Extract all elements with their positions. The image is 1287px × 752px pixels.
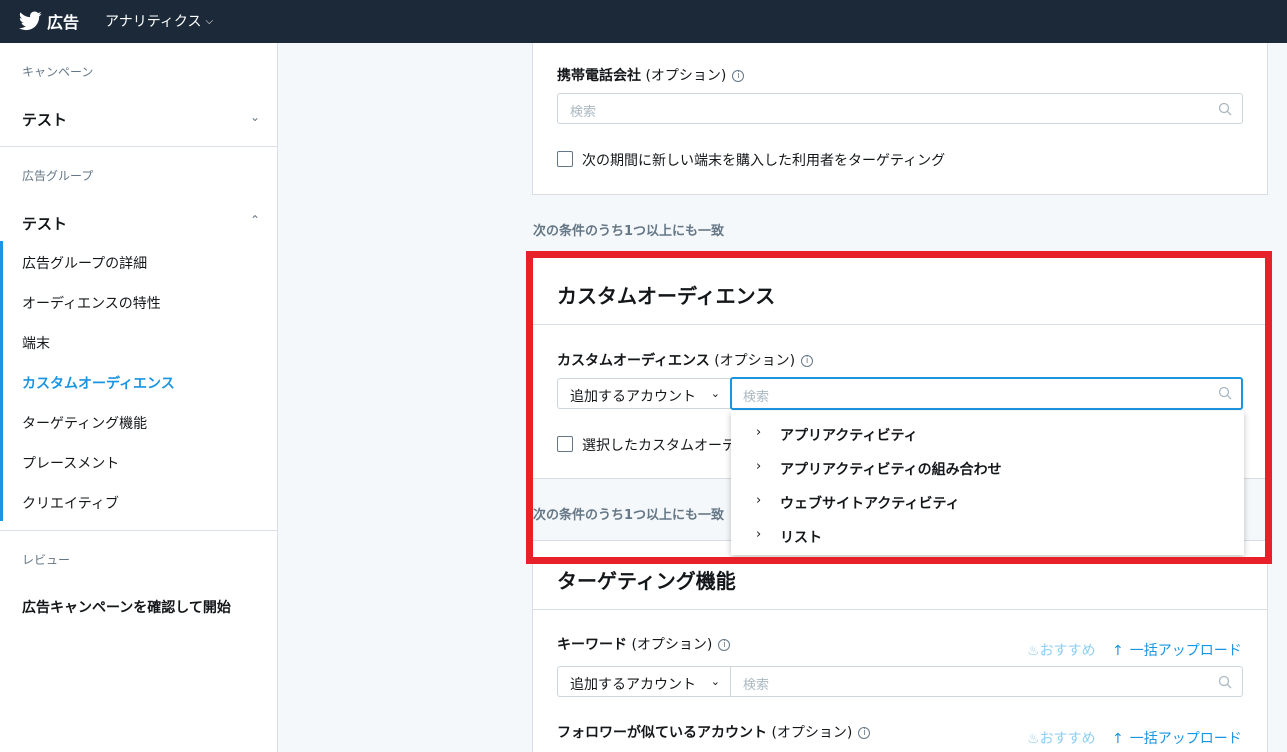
match-any-caption: 次の条件のうち1つ以上にも一致 — [533, 224, 725, 239]
sidebar-item-placement[interactable]: プレースメント — [22, 453, 119, 473]
search-icon — [1218, 386, 1232, 400]
keyword-label: キーワード (オプション) i — [557, 634, 731, 654]
info-icon[interactable]: i — [801, 355, 814, 367]
new-device-checkbox-label: 次の期間に新しい端末を購入した利用者をターゲティング — [582, 153, 946, 169]
review-and-launch-link[interactable]: 広告キャンペーンを確認して開始 — [22, 597, 231, 617]
scrollbar[interactable] — [1273, 43, 1287, 752]
menu-item-app-activity-combo[interactable]: › アプリアクティビティの組み合わせ — [731, 451, 1244, 485]
chevron-down-icon[interactable]: ⌄ — [250, 110, 260, 124]
sidebar-item-targeting[interactable]: ターゲティング機能 — [22, 413, 147, 433]
targeting-card: ターゲティング機能 キーワード (オプション) i ♨おすすめ ↑ 一括アップロード… — [532, 540, 1268, 752]
sidebar-item-custom-audience[interactable]: カスタムオーディエンス — [22, 373, 175, 393]
chevron-right-icon: › — [756, 425, 762, 440]
info-icon[interactable]: i — [732, 70, 745, 82]
chevron-right-icon: › — [756, 459, 762, 474]
search-icon — [1218, 675, 1232, 689]
top-bar: 広告 アナリティクス ⌵ — [0, 0, 1287, 43]
campaign-caption: キャンペーン — [22, 65, 94, 79]
sidebar: キャンペーン テスト ⌄ 広告グループ テスト ⌃ 広告グループの詳細 オーディ… — [0, 43, 278, 752]
analytics-menu-label: アナリティクス — [105, 14, 202, 30]
match-any-caption: 次の条件のうち1つ以上にも一致 — [533, 508, 725, 523]
new-device-checkbox[interactable] — [557, 151, 573, 167]
info-icon[interactable]: i — [858, 727, 871, 739]
bulk-upload-link[interactable]: ↑ 一括アップロード — [1112, 640, 1242, 660]
brand-label: 広告 — [47, 13, 80, 32]
custom-audience-title: カスタムオーディエンス — [557, 284, 776, 308]
recommend-link: ♨おすすめ — [1027, 643, 1096, 659]
upload-icon: ↑ — [1112, 731, 1124, 747]
search-icon — [1218, 102, 1232, 116]
flame-icon: ♨ — [1027, 731, 1040, 747]
logo[interactable]: 広告 — [19, 9, 79, 33]
custom-audience-checkbox[interactable] — [557, 436, 573, 452]
sidebar-item-devices[interactable]: 端末 — [22, 333, 50, 353]
divider — [0, 530, 277, 531]
custom-audience-checkbox-label: 選択したカスタムオーデ — [582, 438, 736, 454]
keyword-search-input[interactable]: 検索 — [730, 666, 1243, 697]
info-icon[interactable]: i — [718, 639, 731, 651]
upload-icon: ↑ — [1112, 643, 1124, 659]
recommend-link: ♨おすすめ — [1027, 731, 1096, 747]
chevron-right-icon: › — [756, 493, 762, 508]
campaign-name[interactable]: テスト — [22, 109, 67, 130]
chevron-up-icon[interactable]: ⌃ — [250, 213, 260, 227]
menu-item-app-activity[interactable]: › アプリアクティビティ — [731, 417, 1244, 451]
twitter-bird-icon — [19, 11, 42, 31]
menu-item-website-activity[interactable]: › ウェブサイトアクティビティ — [731, 485, 1244, 519]
carrier-search-input[interactable]: 検索 — [557, 93, 1243, 124]
account-type-dropdown[interactable]: 追加するアカウント ⌄ — [557, 378, 731, 409]
flame-icon: ♨ — [1027, 643, 1040, 659]
chevron-down-icon: ⌵ — [205, 15, 214, 27]
custom-audience-type-menu: › アプリアクティビティ › アプリアクティビティの組み合わせ › ウェブサイト… — [731, 411, 1244, 555]
active-section-accent — [0, 241, 3, 521]
divider — [533, 324, 1267, 325]
carrier-label: 携帯電話会社 (オプション) i — [557, 65, 745, 85]
chevron-down-icon: ⌄ — [710, 675, 720, 688]
adgroup-caption: 広告グループ — [22, 169, 94, 183]
sidebar-item-adgroup-details[interactable]: 広告グループの詳細 — [22, 253, 147, 273]
sidebar-item-audience-features[interactable]: オーディエンスの特性 — [22, 293, 161, 313]
carrier-card: 携帯電話会社 (オプション) i 検索 次の期間に新しい端末を購入した利用者をター… — [532, 43, 1268, 195]
chevron-right-icon: › — [756, 527, 762, 542]
divider — [533, 609, 1267, 610]
adgroup-name[interactable]: テスト — [22, 213, 67, 234]
custom-audience-label: カスタムオーディエンス (オプション) i — [557, 350, 814, 370]
follower-lookalike-label: フォロワーが似ているアカウント (オプション) i — [557, 722, 871, 742]
bulk-upload-link[interactable]: ↑ 一括アップロード — [1112, 728, 1242, 748]
targeting-title: ターゲティング機能 — [557, 569, 736, 593]
analytics-menu[interactable]: アナリティクス ⌵ — [105, 11, 213, 31]
chevron-down-icon: ⌄ — [710, 387, 720, 400]
divider — [0, 146, 277, 147]
review-caption: レビュー — [22, 553, 71, 567]
sidebar-item-creative[interactable]: クリエイティブ — [22, 493, 119, 513]
menu-item-list[interactable]: › リスト — [731, 519, 1244, 553]
custom-audience-search-input[interactable]: 検索 — [730, 377, 1243, 410]
account-type-dropdown[interactable]: 追加するアカウント ⌄ — [557, 666, 731, 697]
